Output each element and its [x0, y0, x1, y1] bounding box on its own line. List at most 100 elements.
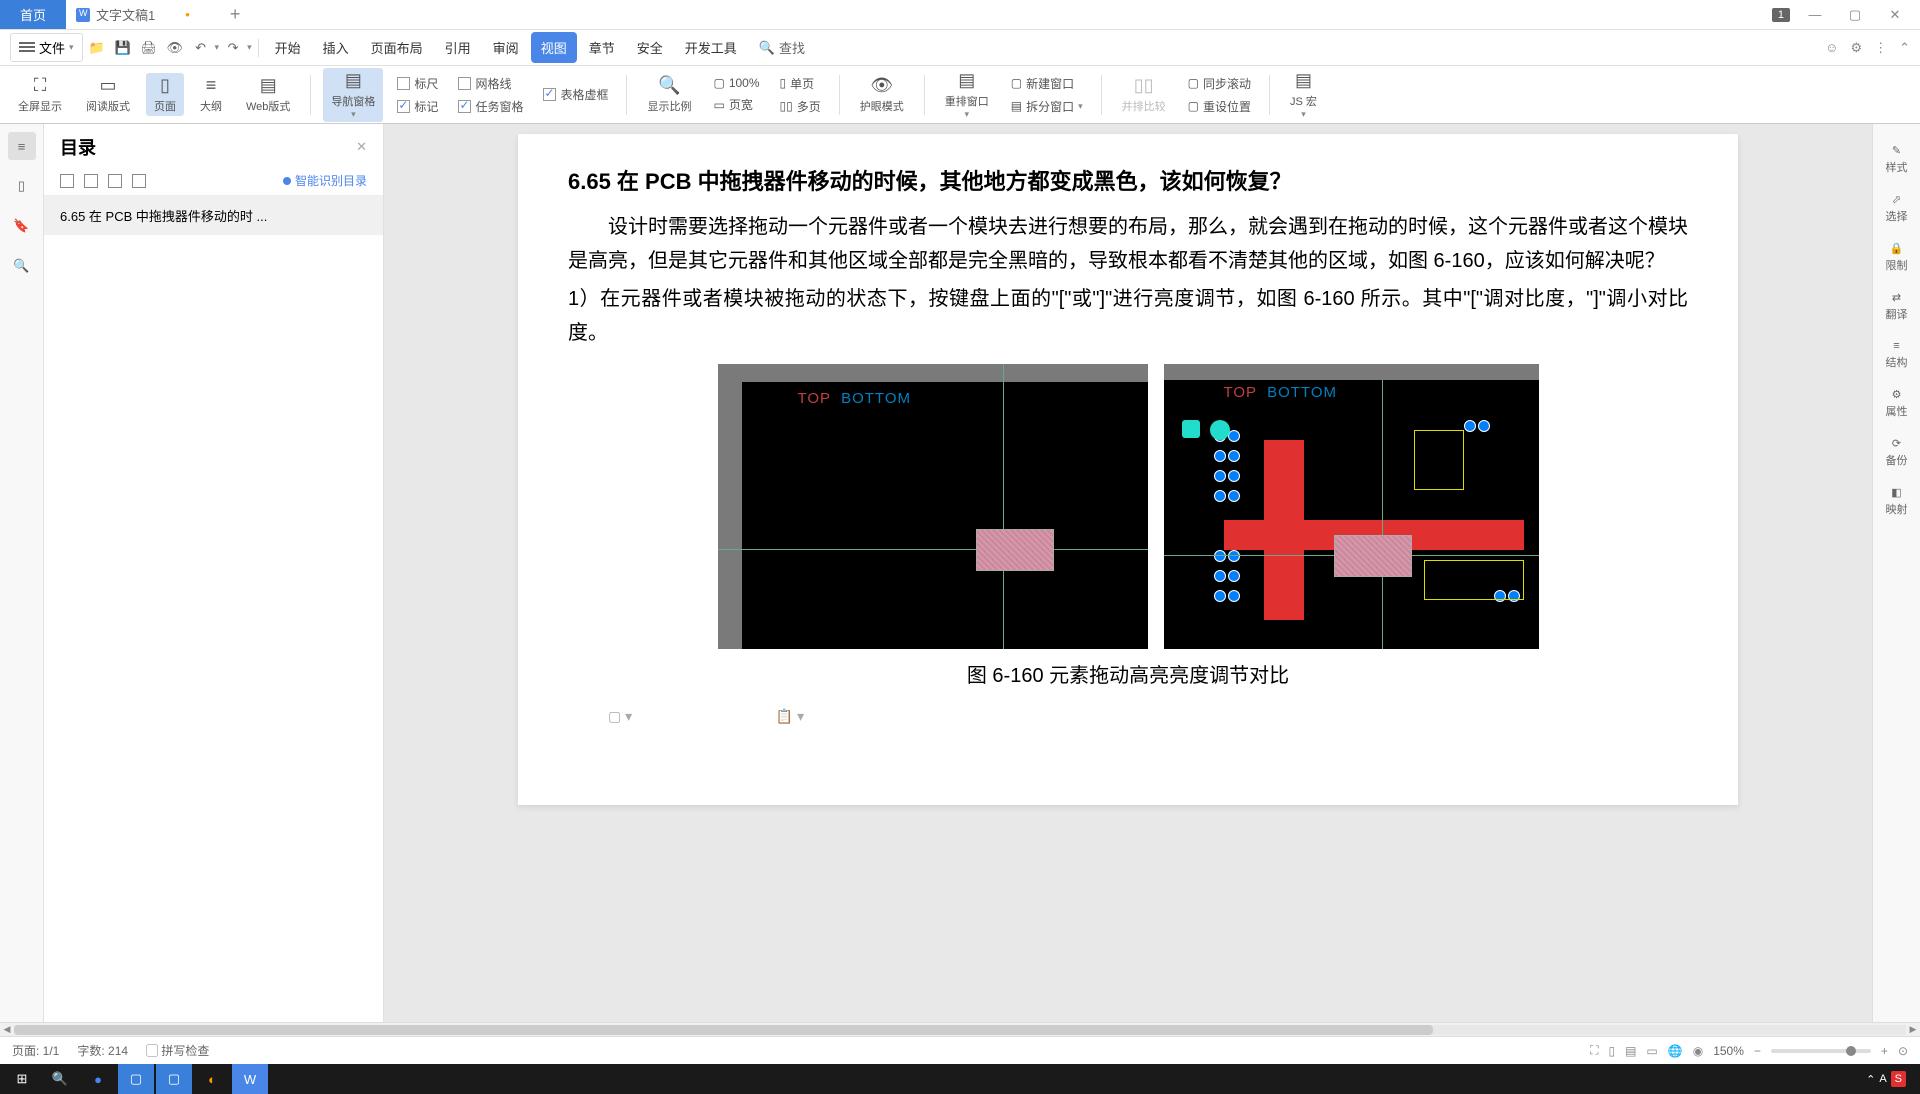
print-preview-icon[interactable]: 👁	[163, 36, 187, 60]
markup-checkbox[interactable]: 标记	[391, 96, 444, 117]
fullscreen-status-icon[interactable]: ⛶	[1590, 1043, 1598, 1058]
zoom-in-icon[interactable]: +	[1881, 1044, 1888, 1058]
menu-page-layout[interactable]: 页面布局	[361, 32, 433, 63]
menu-devtools[interactable]: 开发工具	[675, 32, 747, 63]
print-icon[interactable]: 🖨	[137, 36, 161, 60]
single-page-button[interactable]: ▯ 单页	[774, 73, 827, 94]
spellcheck-button[interactable]: ▢ 拼写检查	[146, 1042, 209, 1059]
zoom-out-icon[interactable]: −	[1754, 1044, 1761, 1058]
js-macro-button[interactable]: ▤ JS 宏▾	[1282, 68, 1325, 122]
close-icon[interactable]: ✕	[1880, 7, 1910, 23]
taskbar-search-icon[interactable]: 🔍	[42, 1064, 78, 1094]
word-count[interactable]: 字数: 214	[77, 1042, 128, 1059]
tray-up-icon[interactable]: ⌃	[1866, 1073, 1875, 1086]
paste-anchor-icon[interactable]: ▢ ▾	[608, 708, 632, 725]
ruler-checkbox[interactable]: 标尺	[391, 73, 444, 94]
gridlines-checkbox[interactable]: 网格线	[452, 73, 529, 94]
web-mode-button[interactable]: ▤ Web版式	[238, 73, 298, 116]
split-window-button[interactable]: ▤ 拆分窗口▾	[1005, 96, 1089, 117]
toc-level3-icon[interactable]	[108, 174, 122, 188]
menu-security[interactable]: 安全	[627, 32, 673, 63]
rail-toc-button[interactable]: ≡	[8, 132, 36, 160]
horizontal-scrollbar[interactable]: ◀ ▶	[0, 1022, 1920, 1036]
zoom-ratio-button[interactable]: 🔍 显示比例	[639, 73, 699, 116]
scroll-right-icon[interactable]: ▶	[1906, 1024, 1920, 1035]
structure-pane-button[interactable]: ≡结构	[1886, 340, 1908, 370]
view-read-icon[interactable]: ▭	[1646, 1044, 1657, 1058]
select-pane-button[interactable]: ⬀选择	[1886, 193, 1908, 224]
menu-view[interactable]: 视图	[531, 32, 577, 63]
zoom-slider[interactable]	[1771, 1049, 1871, 1053]
feedback-icon[interactable]: ☺	[1825, 40, 1838, 56]
new-window-button[interactable]: ▢ 新建窗口	[1005, 73, 1089, 94]
sidebar-close-icon[interactable]: ✕	[356, 139, 367, 155]
rearrange-button[interactable]: ▤ 重排窗口▾	[937, 68, 997, 122]
taskbar-app3-icon[interactable]: ◐	[194, 1064, 230, 1094]
eye-care-button[interactable]: 👁 护眼模式	[852, 73, 912, 116]
view-page-icon[interactable]: ▯	[1608, 1044, 1615, 1058]
save-icon[interactable]: 💾	[111, 36, 135, 60]
search-box[interactable]: 🔍 查找	[759, 38, 805, 57]
translate-pane-button[interactable]: ⇄翻译	[1886, 291, 1908, 322]
tray-ime-icon[interactable]: A	[1879, 1073, 1886, 1085]
collapse-ribbon-icon[interactable]: ⌃	[1899, 40, 1910, 56]
menu-review[interactable]: 审阅	[483, 32, 529, 63]
page-indicator[interactable]: 页面: 1/1	[12, 1042, 59, 1059]
open-icon[interactable]: 📁	[85, 36, 109, 60]
page-width-button[interactable]: ▭ 页宽	[707, 94, 765, 115]
paste-options-icon[interactable]: 📋 ▾	[776, 708, 804, 725]
toc-level4-icon[interactable]	[132, 174, 146, 188]
redo-dropdown[interactable]: ▾	[247, 42, 252, 53]
task-pane-checkbox[interactable]: 任务窗格	[452, 96, 529, 117]
menu-chapters[interactable]: 章节	[579, 32, 625, 63]
tab-home[interactable]: 首页	[0, 0, 66, 29]
outline-button[interactable]: ≡ 大纲	[192, 73, 230, 116]
tab-document[interactable]: 文字文稿1 •	[66, 0, 210, 29]
toc-level1-icon[interactable]	[60, 174, 74, 188]
undo-dropdown[interactable]: ▾	[215, 42, 220, 53]
toc-item[interactable]: 6.65 在 PCB 中拖拽器件移动的时 ...	[44, 196, 383, 235]
taskbar-chrome-icon[interactable]: ●	[80, 1064, 116, 1094]
tray-sogou-icon[interactable]: S	[1891, 1071, 1906, 1087]
taskbar-wps-icon[interactable]: W	[232, 1064, 268, 1094]
notification-badge[interactable]: 1	[1772, 8, 1790, 22]
maximize-icon[interactable]: ▢	[1840, 7, 1870, 23]
backup-pane-button[interactable]: ⟳备份	[1886, 437, 1908, 468]
rail-page-button[interactable]: ▯	[8, 172, 36, 200]
properties-pane-button[interactable]: ⚙属性	[1886, 388, 1908, 419]
table-dashes-checkbox[interactable]: 表格虚框	[537, 84, 614, 105]
fullscreen-button[interactable]: ⛶ 全屏显示	[10, 73, 70, 116]
minimize-icon[interactable]: —	[1800, 7, 1830, 22]
start-button[interactable]: ⊞	[4, 1064, 40, 1094]
smart-toc-button[interactable]: 智能识别目录	[283, 172, 367, 189]
view-web-icon[interactable]: 🌐	[1668, 1044, 1683, 1058]
menu-start[interactable]: 开始	[265, 32, 311, 63]
settings-icon[interactable]: ⚙	[1850, 40, 1862, 56]
undo-icon[interactable]: ↶	[189, 36, 213, 60]
rail-search-button[interactable]: 🔍	[8, 252, 36, 280]
toc-level2-icon[interactable]	[84, 174, 98, 188]
rail-bookmark-button[interactable]: 🔖	[8, 212, 36, 240]
more-icon[interactable]: ⋮	[1874, 40, 1887, 56]
fit-icon[interactable]: ⊙	[1898, 1044, 1908, 1058]
zoom-percent[interactable]: 150%	[1713, 1044, 1744, 1058]
multi-page-button[interactable]: ▯▯ 多页	[774, 96, 827, 117]
file-menu[interactable]: 文件 ▾	[10, 33, 83, 62]
menu-insert[interactable]: 插入	[313, 32, 359, 63]
scroll-left-icon[interactable]: ◀	[0, 1024, 14, 1035]
view-outline-icon[interactable]: ▤	[1625, 1044, 1636, 1058]
taskbar-app1-icon[interactable]: ▢	[118, 1064, 154, 1094]
scroll-thumb[interactable]	[14, 1025, 1433, 1035]
mapping-pane-button[interactable]: ◧映射	[1886, 486, 1908, 517]
page-mode-button[interactable]: ▯ 页面	[146, 73, 184, 116]
menu-references[interactable]: 引用	[435, 32, 481, 63]
eye-status-icon[interactable]: ◉	[1693, 1044, 1703, 1058]
taskbar-app2-icon[interactable]: ▢	[156, 1064, 192, 1094]
style-pane-button[interactable]: ✎样式	[1886, 144, 1908, 175]
redo-icon[interactable]: ↷	[221, 36, 245, 60]
read-mode-button[interactable]: ▭ 阅读版式	[78, 73, 138, 116]
nav-pane-button[interactable]: ▤ 导航窗格 ▾	[323, 68, 383, 122]
new-tab-button[interactable]: +	[230, 4, 241, 25]
restrict-pane-button[interactable]: 🔒限制	[1886, 242, 1908, 273]
percent100-button[interactable]: ▢ 100%	[707, 74, 765, 92]
